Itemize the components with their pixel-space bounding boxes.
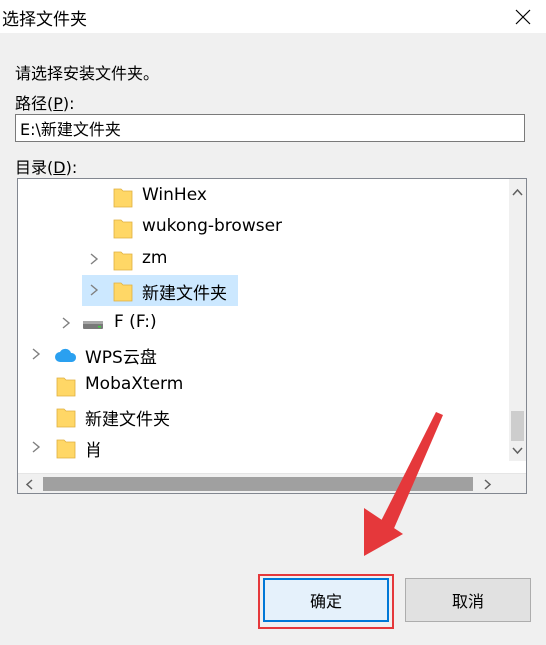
chevron-right-icon[interactable] — [30, 440, 42, 454]
tree-item[interactable]: 肖 — [18, 432, 510, 463]
tree-item[interactable]: 新建文件夹 — [18, 401, 510, 432]
tree-item[interactable]: zm — [18, 244, 510, 275]
scroll-left-icon[interactable] — [25, 479, 33, 490]
vertical-scrollbar[interactable] — [509, 179, 526, 461]
cloud-icon — [55, 348, 77, 362]
tree-item-selected[interactable]: 新建文件夹 — [18, 275, 510, 306]
tree-item-label: WPS云盘 — [85, 348, 157, 368]
tree-item-label: F (F:) — [114, 312, 157, 332]
window-title: 选择文件夹 — [2, 10, 87, 30]
tree-item[interactable]: wukong-browser — [18, 212, 510, 243]
cancel-button[interactable]: 取消 — [405, 578, 531, 622]
horizontal-scroll-thumb[interactable] — [43, 477, 473, 491]
chevron-right-icon[interactable] — [88, 283, 100, 297]
folder-icon — [113, 219, 133, 239]
tree-item[interactable]: WPS云盘 — [18, 339, 510, 370]
tree-item[interactable]: WinHex — [18, 181, 510, 212]
folder-icon — [113, 188, 133, 208]
tree-item-label: WinHex — [142, 185, 207, 205]
chevron-right-icon[interactable] — [88, 252, 100, 266]
folder-tree[interactable]: WinHex wukong-browser zm 新建文件夹 F (F:) WP… — [17, 178, 527, 494]
vertical-scroll-thumb[interactable] — [511, 411, 524, 441]
close-button[interactable] — [500, 0, 546, 33]
instruction-text: 请选择安装文件夹。 — [15, 64, 160, 83]
scroll-down-icon[interactable] — [512, 447, 523, 455]
scroll-up-icon[interactable] — [512, 188, 523, 196]
tree-item-label: 肖 — [85, 441, 102, 461]
directory-label: 目录(D): — [15, 158, 78, 177]
folder-icon — [56, 377, 76, 397]
scroll-right-icon[interactable] — [484, 479, 492, 490]
folder-icon — [56, 408, 76, 428]
tree-item-label: wukong-browser — [142, 216, 283, 236]
tree-item-label: zm — [142, 248, 168, 268]
tree-item[interactable]: MobaXterm — [18, 370, 510, 401]
tree-item[interactable]: F (F:) — [18, 308, 510, 339]
drive-icon — [83, 321, 103, 329]
folder-icon — [113, 251, 133, 271]
tree-item-label: 新建文件夹 — [142, 284, 227, 304]
annotation-highlight-box — [258, 574, 394, 629]
close-icon — [515, 9, 531, 24]
tree-item-label: MobaXterm — [85, 374, 184, 394]
horizontal-scrollbar[interactable] — [18, 473, 526, 493]
path-input[interactable] — [15, 114, 525, 142]
path-label: 路径(P): — [15, 94, 75, 113]
tree-item-label: 新建文件夹 — [85, 410, 170, 430]
chevron-right-icon[interactable] — [60, 316, 72, 330]
chevron-right-icon[interactable] — [30, 347, 42, 361]
folder-icon — [56, 439, 76, 459]
folder-icon — [113, 282, 133, 302]
title-bar: 选择文件夹 — [0, 0, 546, 33]
